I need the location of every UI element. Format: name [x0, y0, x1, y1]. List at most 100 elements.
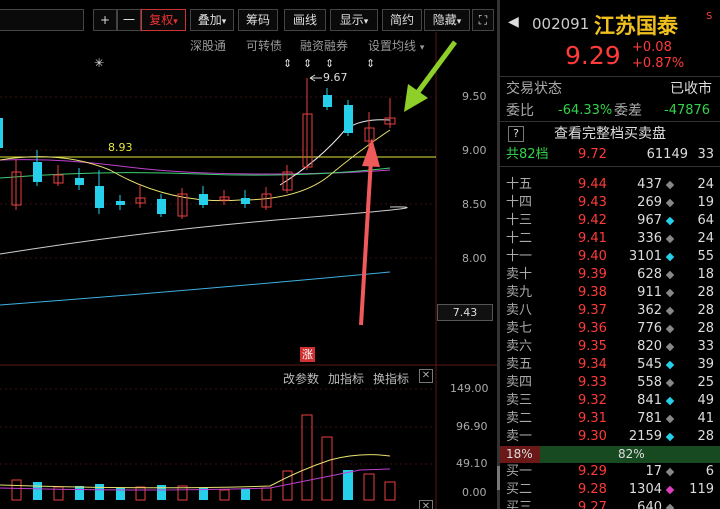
- ask-label: 卖三: [506, 393, 533, 408]
- volume-bar: [95, 484, 104, 500]
- ask-row[interactable]: 卖九 9.38 911 28: [500, 284, 720, 302]
- ask-dot-icon: [665, 432, 675, 442]
- stock-name: 江苏国泰: [594, 14, 678, 38]
- ask-volume: 967: [637, 213, 662, 228]
- volume-bar: [241, 489, 250, 500]
- ask-volume: 781: [637, 411, 662, 426]
- bid-row[interactable]: 买三 9.27 640: [500, 499, 720, 509]
- ask-price: 9.35: [578, 339, 607, 354]
- vol-axis-label: 96.90: [456, 420, 488, 433]
- ask-volume: 2159: [628, 429, 662, 444]
- ask-volume: 3101: [628, 249, 662, 264]
- prev-stock-arrow[interactable]: ◀: [508, 14, 519, 30]
- star-marker-icon: ✳: [94, 56, 104, 70]
- levels-label: 共82档: [506, 147, 549, 162]
- info-marker-icon: ⇕: [366, 57, 375, 70]
- ask-dot-icon: [665, 180, 675, 190]
- ask-price: 9.43: [578, 195, 607, 210]
- ask-count: 41: [697, 411, 714, 426]
- ask-price: 9.33: [578, 375, 607, 390]
- ask-dot-icon: [665, 198, 675, 208]
- full-book-link[interactable]: 查看完整档买卖盘: [554, 125, 666, 143]
- ask-label: 十三: [506, 213, 533, 228]
- ask-label: 卖十: [506, 267, 533, 282]
- ask-row[interactable]: 十二 9.41 336 24: [500, 230, 720, 248]
- bid-count: 6: [705, 464, 714, 479]
- ask-row[interactable]: 卖七 9.36 776 28: [500, 320, 720, 338]
- high-price-label: 9.67: [323, 71, 348, 84]
- add-indicator-button[interactable]: 加指标: [328, 370, 364, 387]
- bid-price: 9.28: [578, 482, 607, 497]
- cursor-price-box: 7.43: [437, 304, 493, 321]
- volume-bar: [219, 489, 230, 501]
- close-bottom-icon[interactable]: ✕: [419, 500, 433, 509]
- ask-row[interactable]: 卖四 9.33 558 25: [500, 374, 720, 392]
- ask-price: 9.42: [578, 213, 607, 228]
- ask-dot-icon: [665, 252, 675, 262]
- y-axis-label: 8.50: [462, 198, 487, 211]
- ask-row[interactable]: 卖五 9.34 545 39: [500, 356, 720, 374]
- weibi-label: 委比: [506, 103, 534, 119]
- edit-params-button[interactable]: 改参数: [283, 370, 319, 387]
- candles: [0, 78, 396, 219]
- candle-bar: [75, 178, 84, 185]
- ask-count: 19: [697, 195, 714, 210]
- ask-label: 十一: [506, 249, 533, 264]
- ask-dot-icon: [665, 216, 675, 226]
- ask-row[interactable]: 卖十 9.39 628 18: [500, 266, 720, 284]
- bid-label: 买二: [506, 482, 533, 497]
- ask-count: 55: [697, 249, 714, 264]
- ask-dot-icon: [665, 396, 675, 406]
- ask-dot-icon: [665, 378, 675, 388]
- ask-price: 9.34: [578, 357, 607, 372]
- vol-axis-label: 0.00: [462, 486, 487, 499]
- trade-status-label: 交易状态: [506, 81, 562, 97]
- red-up-arrow: [359, 138, 380, 326]
- ask-row[interactable]: 卖一 9.30 2159 28: [500, 428, 720, 446]
- close-indicator-icon[interactable]: ✕: [419, 369, 433, 383]
- help-icon[interactable]: ?: [508, 126, 524, 142]
- ask-price: 9.40: [578, 249, 607, 264]
- ask-list: 十五 9.44 437 24 十四 9.43 269 19 十三 9.42 967 64 十二 9.41 3…: [500, 176, 720, 446]
- ask-volume: 336: [637, 231, 662, 246]
- trade-status-value: 已收市: [670, 81, 712, 97]
- ask-row[interactable]: 卖八 9.37 362 28: [500, 302, 720, 320]
- ma-line-gray: [0, 206, 408, 255]
- switch-indicator-button[interactable]: 换指标: [373, 370, 409, 387]
- ask-row[interactable]: 十四 9.43 269 19: [500, 194, 720, 212]
- ask-row[interactable]: 卖三 9.32 841 49: [500, 392, 720, 410]
- ask-label: 卖二: [506, 411, 533, 426]
- ma-value-label: 8.93: [108, 141, 133, 154]
- y-axis-label: 8.00: [462, 252, 487, 265]
- candle-bar: [199, 194, 208, 205]
- ratio-sell-pct: 18%: [506, 447, 533, 461]
- ask-count: 33: [697, 339, 714, 354]
- ask-row[interactable]: 十一 9.40 3101 55: [500, 248, 720, 266]
- ask-row[interactable]: 十三 9.42 967 64: [500, 212, 720, 230]
- ask-row[interactable]: 卖二 9.31 781 41: [500, 410, 720, 428]
- ask-row[interactable]: 十五 9.44 437 24: [500, 176, 720, 194]
- bid-row[interactable]: 买一 9.29 17 6: [500, 463, 720, 481]
- ask-volume: 269: [637, 195, 662, 210]
- bid-price: 9.29: [578, 464, 607, 479]
- y-axis-label: 9.00: [462, 144, 487, 157]
- weibi-value: -64.33%: [558, 103, 613, 118]
- ask-label: 十四: [506, 195, 533, 210]
- volume-bar: [11, 479, 22, 501]
- bid-row[interactable]: 买二 9.28 1304 119: [500, 481, 720, 499]
- candle-bar: [116, 201, 125, 205]
- volume-bar: [135, 486, 146, 501]
- ask-price: 9.41: [578, 231, 607, 246]
- bid-dot-icon: [665, 485, 675, 495]
- quote-panel: ◀ 002091 江苏国泰 S 9.29 +0.08 +0.87% 交易状态 已…: [500, 0, 720, 509]
- ask-price: 9.31: [578, 411, 607, 426]
- volume-bar: [343, 470, 353, 500]
- ask-label: 卖一: [506, 429, 533, 444]
- kline-chart[interactable]: ✳ ⇕ ⇕ ⇕ ⇕: [0, 0, 497, 509]
- kline-panel[interactable]: 鼠标指标分析周期条件选股指标选股条件预警指标预警重点选股财务选股指标排名 + 一…: [0, 0, 497, 509]
- ask-row[interactable]: 卖六 9.35 820 33: [500, 338, 720, 356]
- ask-dot-icon: [665, 360, 675, 370]
- levels-price: 9.72: [578, 147, 607, 162]
- volume-bar: [33, 482, 42, 500]
- volume-bar: [363, 473, 375, 501]
